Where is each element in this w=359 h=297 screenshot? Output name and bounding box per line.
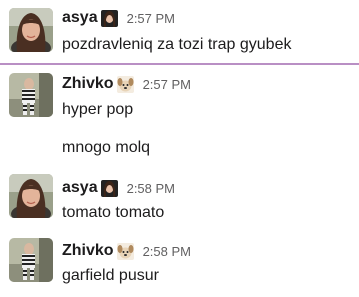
avatar[interactable] (9, 73, 53, 117)
avatar[interactable] (9, 238, 53, 282)
message-text: mnogo molq (62, 139, 151, 156)
timestamp[interactable]: 2:57 PM (127, 11, 175, 26)
author-name[interactable]: asya (62, 179, 98, 197)
timestamp[interactable]: 2:58 PM (143, 244, 191, 259)
dog-emoji-icon (116, 242, 134, 260)
message-item[interactable]: asya 2:58 PM tomato tomato (0, 174, 359, 230)
message-text: hyper pop (62, 101, 134, 118)
dog-emoji-icon (116, 75, 134, 93)
avatar-emoji-icon (100, 179, 118, 197)
avatar[interactable] (9, 8, 53, 52)
author-name[interactable]: asya (62, 9, 98, 27)
author-name[interactable]: Zhivko (62, 242, 114, 260)
new-messages-divider (0, 63, 359, 65)
timestamp[interactable]: 2:58 PM (127, 181, 175, 196)
avatar-emoji-icon (100, 9, 118, 27)
author-name[interactable]: Zhivko (62, 75, 114, 93)
message-item[interactable]: asya 2:57 PM pozdravleniq za tozi trap g… (0, 4, 359, 60)
message-text: pozdravleniq za tozi trap gyubek (62, 36, 292, 53)
message-item[interactable]: Zhivko 2:58 PM garfield pusur (0, 237, 359, 295)
timestamp[interactable]: 2:57 PM (143, 77, 191, 92)
message-header: asya 2:57 PM (62, 7, 175, 29)
message-text: tomato tomato (62, 204, 165, 221)
message-pane: { "messages": [ { "author": "asya", "aut… (0, 0, 359, 297)
message-text: garfield pusur (62, 267, 159, 284)
message-header: asya 2:58 PM (62, 177, 175, 199)
avatar[interactable] (9, 174, 53, 218)
message-item[interactable]: Zhivko 2:57 PM hyper pop mnogo molq (0, 70, 359, 170)
message-header: Zhivko 2:57 PM (62, 73, 191, 95)
message-header: Zhivko 2:58 PM (62, 240, 191, 262)
